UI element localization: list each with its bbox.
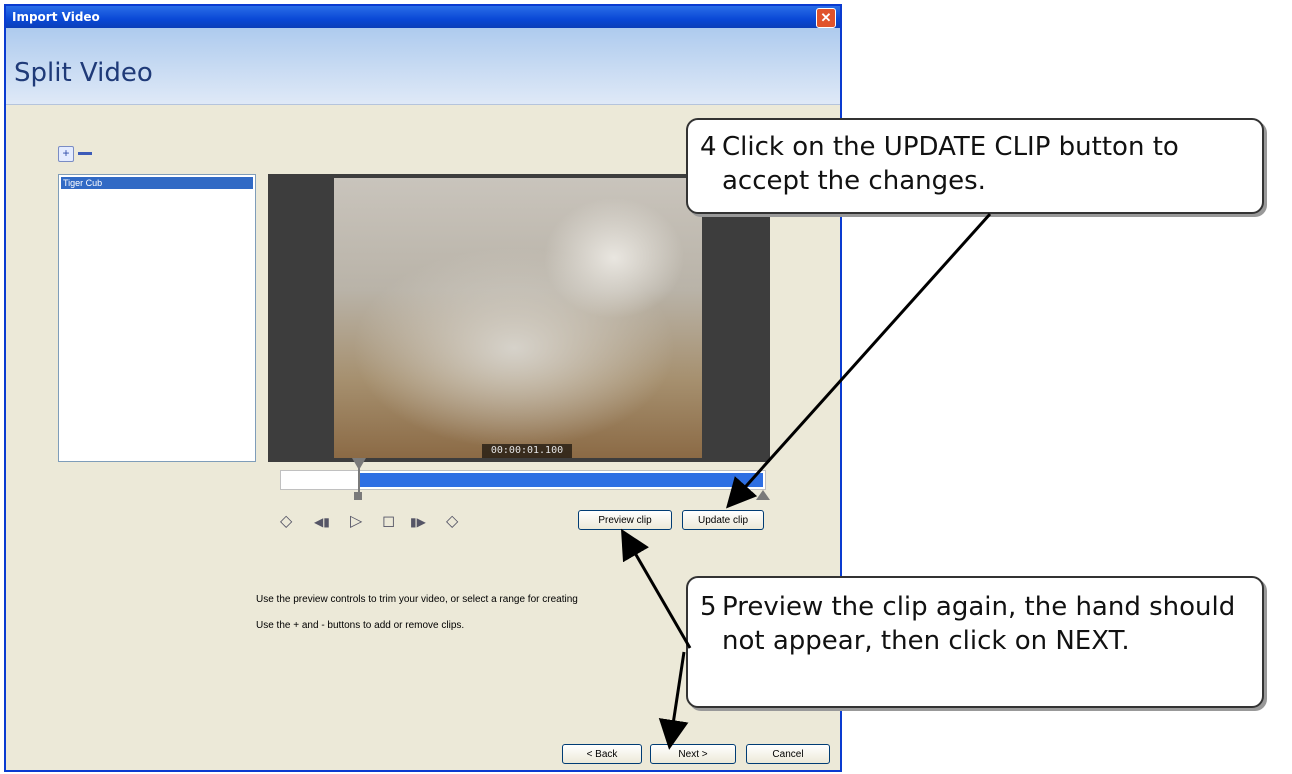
arrow-to-preview-clip xyxy=(620,528,692,649)
arrow-to-update-clip xyxy=(725,212,992,509)
arrow-to-next-button xyxy=(658,651,689,750)
callout-arrows xyxy=(620,212,992,750)
